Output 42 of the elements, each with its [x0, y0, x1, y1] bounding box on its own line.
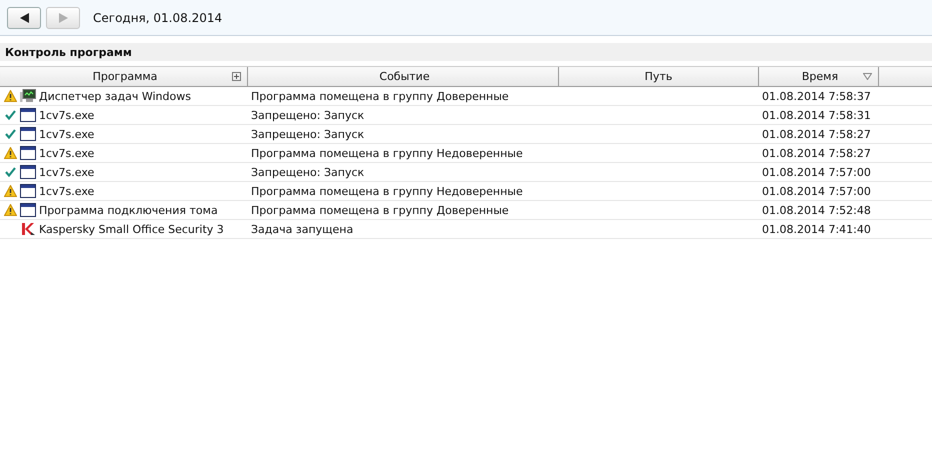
date-label: Сегодня, 01.08.2014: [93, 10, 222, 24]
window-icon: [20, 165, 36, 179]
event-text: Программа помещена в группу Доверенные: [251, 90, 509, 102]
window-icon: [20, 184, 36, 198]
event-text: Запрещено: Запуск: [251, 108, 364, 122]
window-icon: [20, 146, 36, 160]
column-header[interactable]: Время: [759, 67, 879, 86]
window-icon: [20, 127, 36, 141]
expand-icon[interactable]: [232, 72, 241, 81]
column-header[interactable]: Путь: [559, 67, 759, 86]
column-header[interactable]: Событие: [248, 67, 559, 86]
back-button[interactable]: [7, 6, 41, 28]
program-name: 1cv7s.exe: [39, 166, 94, 178]
time-text: 01.08.2014 7:41:40: [762, 222, 871, 236]
event-text: Задача запущена: [251, 222, 354, 236]
program-name: Kaspersky Small Office Security 3: [39, 222, 224, 236]
time-text: 01.08.2014 7:57:00: [762, 166, 871, 178]
time-text: 01.08.2014 7:52:48: [762, 204, 871, 216]
window-icon: [20, 203, 36, 217]
time-text: 01.08.2014 7:58:31: [762, 108, 871, 122]
forward-arrow-icon: [58, 12, 68, 22]
monitor-icon: [20, 89, 36, 103]
event-text: Программа помещена в группу Доверенные: [251, 204, 509, 216]
event-text: Запрещено: Запуск: [251, 166, 364, 178]
k-logo-icon: [20, 222, 36, 236]
time-text: 01.08.2014 7:57:00: [762, 184, 871, 198]
program-name: 1cv7s.exe: [39, 184, 94, 198]
column-header[interactable]: Программа: [0, 67, 248, 86]
time-text: 01.08.2014 7:58:27: [762, 146, 871, 160]
event-text: Запрещено: Запуск: [251, 128, 364, 140]
window-icon: [20, 108, 36, 122]
time-text: 01.08.2014 7:58:37: [762, 90, 871, 102]
program-name: Диспетчер задач Windows: [39, 90, 191, 102]
program-name: 1cv7s.exe: [39, 108, 94, 122]
section-title: Контроль программ: [5, 46, 132, 58]
time-text: 01.08.2014 7:58:27: [762, 128, 871, 140]
program-name: 1cv7s.exe: [39, 146, 94, 160]
program-name: 1cv7s.exe: [39, 128, 94, 140]
event-text: Программа помещена в группу Недоверенные: [251, 184, 523, 198]
back-arrow-icon: [20, 12, 28, 22]
program-name: Программа подключения тома: [39, 204, 218, 216]
event-text: Программа помещена в группу Недоверенные: [251, 146, 523, 160]
